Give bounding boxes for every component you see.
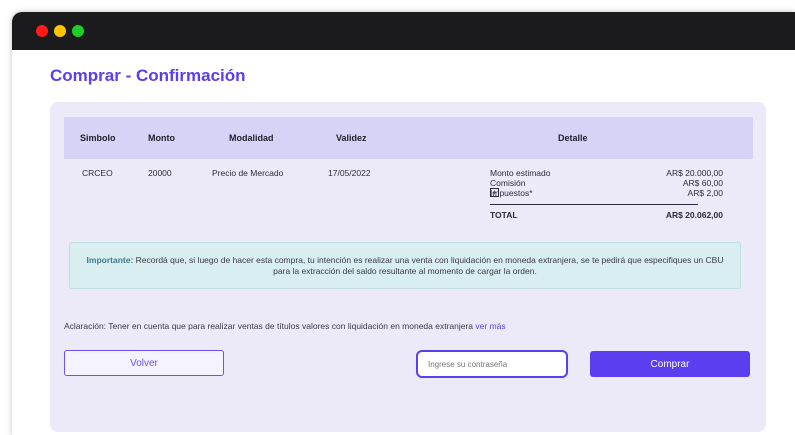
close-window-icon[interactable] xyxy=(36,25,48,37)
detail-impuestos-value: AR$ 2,00 xyxy=(687,188,723,198)
comprar-button[interactable]: Comprar xyxy=(590,351,750,377)
ver-mas-link[interactable]: ver más xyxy=(475,321,505,331)
detail-values: AR$ 20.000,00 AR$ 60,00 AR$ 2,00 xyxy=(666,168,723,198)
header-monto: Monto xyxy=(148,133,175,143)
header-simbolo: Simbolo xyxy=(80,133,116,143)
aclaracion-body: Aclaración: Tener en cuenta que para rea… xyxy=(64,321,474,331)
notice-title: Importante: xyxy=(86,255,134,265)
cell-simbolo: CRCEO xyxy=(82,168,113,178)
total-divider xyxy=(490,204,698,205)
minimize-window-icon[interactable] xyxy=(54,25,66,37)
table-header: Simbolo Monto Modalidad Validez Detalle xyxy=(64,117,753,159)
detail-labels: Monto estimado Comisión + Impuestos* xyxy=(490,168,551,198)
detail-impuestos-label: Impuestos* xyxy=(490,188,533,198)
cell-modalidad: Precio de Mercado xyxy=(212,168,284,178)
header-detalle: Detalle xyxy=(558,133,588,143)
detail-comision-label: Comisión xyxy=(490,178,526,188)
cell-validez: 17/05/2022 xyxy=(328,168,371,178)
total-label: TOTAL xyxy=(490,210,518,220)
cell-monto: 20000 xyxy=(148,168,172,178)
total-value: AR$ 20.062,00 xyxy=(665,210,723,220)
password-input[interactable] xyxy=(416,350,568,378)
notice-text: Recordá que, si luego de hacer esta comp… xyxy=(135,255,724,276)
page-title: Comprar - Confirmación xyxy=(50,66,246,85)
volver-button[interactable]: Volver xyxy=(64,350,224,376)
aclaracion-text: Aclaración: Tener en cuenta que para rea… xyxy=(64,321,506,331)
maximize-window-icon[interactable] xyxy=(72,25,84,37)
header-modalidad: Modalidad xyxy=(229,133,274,143)
browser-window: Comprar - Confirmación Simbolo Monto Mod… xyxy=(12,12,795,435)
detail-comision-value: AR$ 60,00 xyxy=(682,178,723,188)
important-notice: Importante: Recordá que, si luego de hac… xyxy=(69,242,741,289)
confirmation-panel: Simbolo Monto Modalidad Validez Detalle … xyxy=(50,102,766,432)
detail-monto-estimado-label: Monto estimado xyxy=(490,168,551,178)
detail-monto-estimado-value: AR$ 20.000,00 xyxy=(666,168,723,178)
header-validez: Validez xyxy=(336,133,367,143)
table-row: CRCEO 20000 Precio de Mercado 17/05/2022… xyxy=(64,168,753,228)
window-titlebar xyxy=(12,12,795,50)
